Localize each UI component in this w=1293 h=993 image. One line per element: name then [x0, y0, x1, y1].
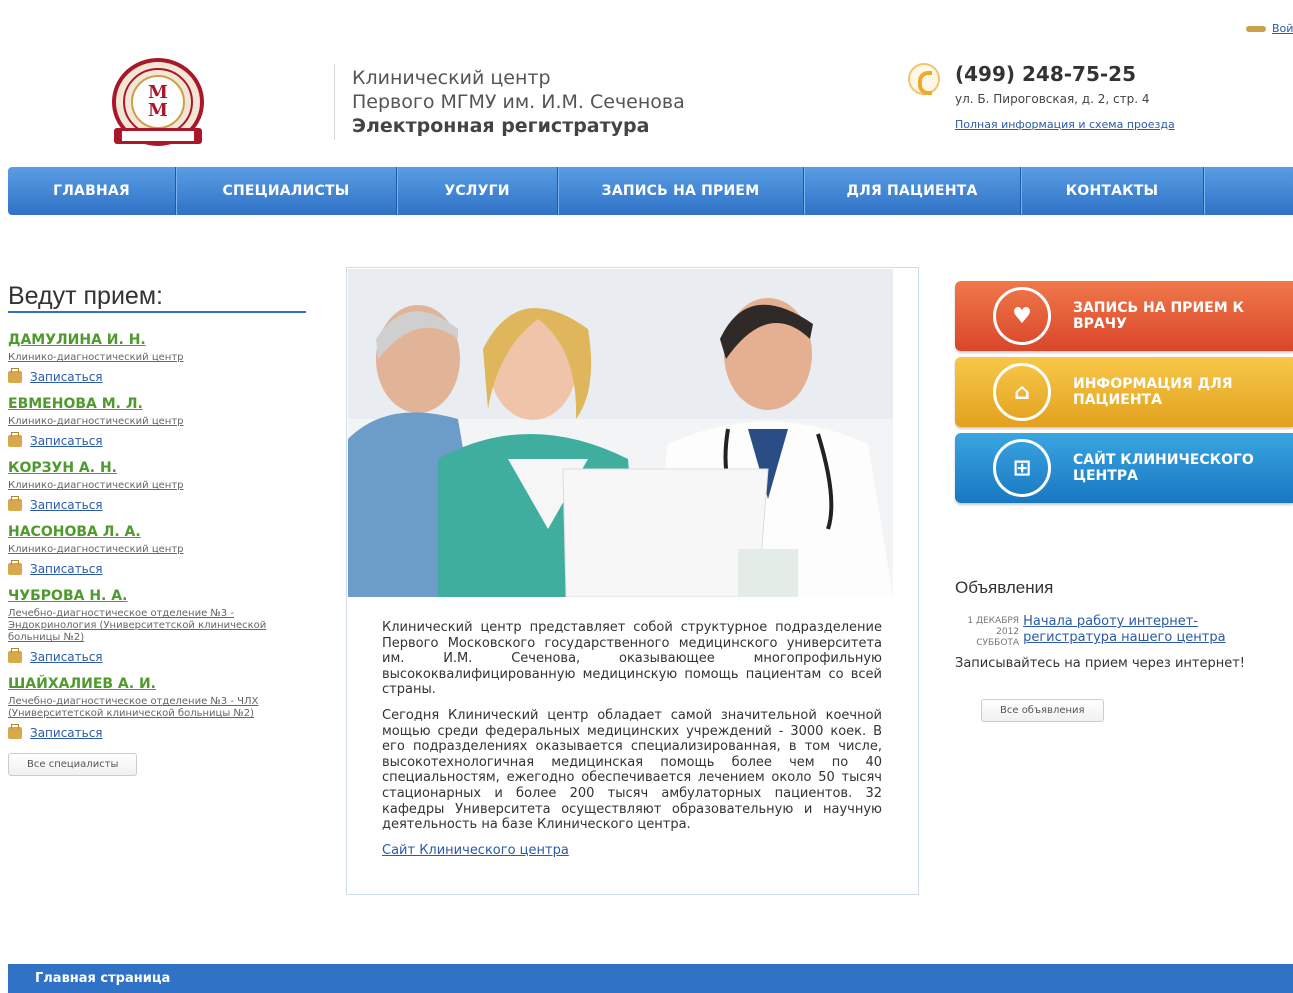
doctor-dept[interactable]: Лечебно-диагностическое отделение №3 - Ч… [8, 696, 306, 720]
nav-contacts[interactable]: КОНТАКТЫ [1021, 167, 1204, 215]
university-logo[interactable]: M M [108, 58, 208, 150]
intro-panel: Клинический центр представляет собой стр… [346, 267, 919, 895]
doctor-item: ДАМУЛИНА И. Н. Клинико-диагностический ц… [8, 332, 306, 384]
promo-appointment[interactable]: ♥ ЗАПИСЬ НА ПРИЕМ К ВРАЧУ [955, 281, 1293, 351]
briefcase-icon [8, 724, 22, 739]
promo-clinic-site[interactable]: ⊞ САЙТ КЛИНИЧЕСКОГО ЦЕНТРА [955, 433, 1293, 503]
promo-label: ЗАПИСЬ НА ПРИЕМ К ВРАЧУ [1073, 300, 1244, 332]
book-link[interactable]: Записаться [8, 496, 306, 512]
house-icon: ⌂ [993, 363, 1051, 421]
login-link[interactable]: Вой [1246, 22, 1293, 35]
promo-label: САЙТ КЛИНИЧЕСКОГО ЦЕНТРА [1073, 452, 1254, 484]
key-icon [1246, 26, 1266, 32]
nav-for-patient[interactable]: ДЛЯ ПАЦИЕНТА [804, 167, 1021, 215]
doctor-item: ЕВМЕНОВА М. Л. Клинико-диагностический ц… [8, 396, 306, 448]
briefcase-icon [8, 432, 22, 447]
all-specialists-button[interactable]: Все специалисты [8, 753, 138, 776]
intro-paragraph-1: Клинический центр представляет собой стр… [382, 620, 882, 698]
news-date: 1 ДЕКАБРЯ 2012 СУББОТА [967, 616, 1020, 648]
doctor-name[interactable]: ЕВМЕНОВА М. Л. [8, 396, 306, 412]
book-link[interactable]: Записаться [8, 648, 306, 664]
promo-patient-info[interactable]: ⌂ ИНФОРМАЦИЯ ДЛЯ ПАЦИЕНТА [955, 357, 1293, 427]
doctor-name[interactable]: ШАЙХАЛИЕВ А. И. [8, 676, 306, 692]
heading-underline [8, 311, 306, 313]
doctor-name[interactable]: КОРЗУН А. Н. [8, 460, 306, 476]
promo-label: ИНФОРМАЦИЯ ДЛЯ ПАЦИЕНТА [1073, 376, 1233, 408]
all-news-button[interactable]: Все объявления [981, 699, 1104, 722]
news-item: 1 ДЕКАБРЯ 2012 СУББОТА Начала работу инт… [955, 614, 1275, 649]
book-link[interactable]: Записаться [8, 368, 306, 384]
nav-home[interactable]: ГЛАВНАЯ [8, 167, 176, 215]
news-heading: Объявления [955, 578, 1054, 597]
news-text: Записывайтесь на прием через интернет! [955, 656, 1246, 671]
doctor-dept[interactable]: Клинико-диагностический центр [8, 352, 306, 364]
doctor-item: ШАЙХАЛИЕВ А. И. Лечебно-диагностическое … [8, 676, 306, 740]
briefcase-icon [8, 496, 22, 511]
nav-services[interactable]: УСЛУГИ [397, 167, 558, 215]
doctor-item: КОРЗУН А. Н. Клинико-диагностический цен… [8, 460, 306, 512]
briefcase-icon [8, 648, 22, 663]
doctor-dept[interactable]: Клинико-диагностический центр [8, 480, 306, 492]
phone-icon [908, 63, 940, 95]
brand-line-3: Электронная регистратура [352, 115, 650, 137]
site-brand: Клинический центр Первого МГМУ им. И.М. … [352, 66, 685, 138]
phone-number: (499) 248-75-25 [955, 62, 1137, 86]
doctor-dept[interactable]: Лечебно-диагностическое отделение №3 - Э… [8, 608, 306, 644]
doctor-item: НАСОНОВА Л. А. Клинико-диагностический ц… [8, 524, 306, 576]
doctor-dept[interactable]: Клинико-диагностический центр [8, 416, 306, 428]
svg-text:M: M [148, 100, 168, 121]
main-nav: ГЛАВНАЯ СПЕЦИАЛИСТЫ УСЛУГИ ЗАПИСЬ НА ПРИ… [8, 167, 1293, 215]
hospital-icon: ⊞ [993, 439, 1051, 497]
clinic-site-link[interactable]: Сайт Клинического центра [382, 843, 569, 858]
intro-text: Клинический центр представляет собой стр… [382, 620, 882, 858]
intro-paragraph-2: Сегодня Клинический центр обладает самой… [382, 707, 882, 833]
brand-line-2: Первого МГМУ им. И.М. Сеченова [352, 91, 685, 113]
doctor-name[interactable]: НАСОНОВА Л. А. [8, 524, 306, 540]
doctor-list: ДАМУЛИНА И. Н. Клинико-диагностический ц… [8, 332, 306, 776]
info-link[interactable]: Полная информация и схема проезда [955, 118, 1175, 131]
doctor-dept[interactable]: Клинико-диагностический центр [8, 544, 306, 556]
header-divider [334, 64, 335, 140]
heart-icon: ♥ [993, 287, 1051, 345]
nav-specialists[interactable]: СПЕЦИАЛИСТЫ [176, 167, 397, 215]
nav-appointment[interactable]: ЗАПИСЬ НА ПРИЕМ [558, 167, 804, 215]
briefcase-icon [8, 368, 22, 383]
address: ул. Б. Пироговская, д. 2, стр. 4 [955, 92, 1150, 106]
footer-home-link[interactable]: Главная страница [35, 971, 170, 986]
book-link[interactable]: Записаться [8, 560, 306, 576]
briefcase-icon [8, 560, 22, 575]
book-link[interactable]: Записаться [8, 432, 306, 448]
brand-line-1: Клинический центр [352, 67, 551, 89]
doctor-name[interactable]: ЧУБРОВА Н. А. [8, 588, 306, 604]
news-link[interactable]: Начала работу интернет-регистратура наше… [1023, 614, 1275, 649]
book-link[interactable]: Записаться [8, 724, 306, 740]
doctor-name[interactable]: ДАМУЛИНА И. Н. [8, 332, 306, 348]
doctor-item: ЧУБРОВА Н. А. Лечебно-диагностическое от… [8, 588, 306, 664]
hero-photo [348, 269, 893, 597]
footer-bar: Главная страница [8, 964, 1293, 993]
doctors-heading: Ведут прием: [8, 282, 163, 310]
